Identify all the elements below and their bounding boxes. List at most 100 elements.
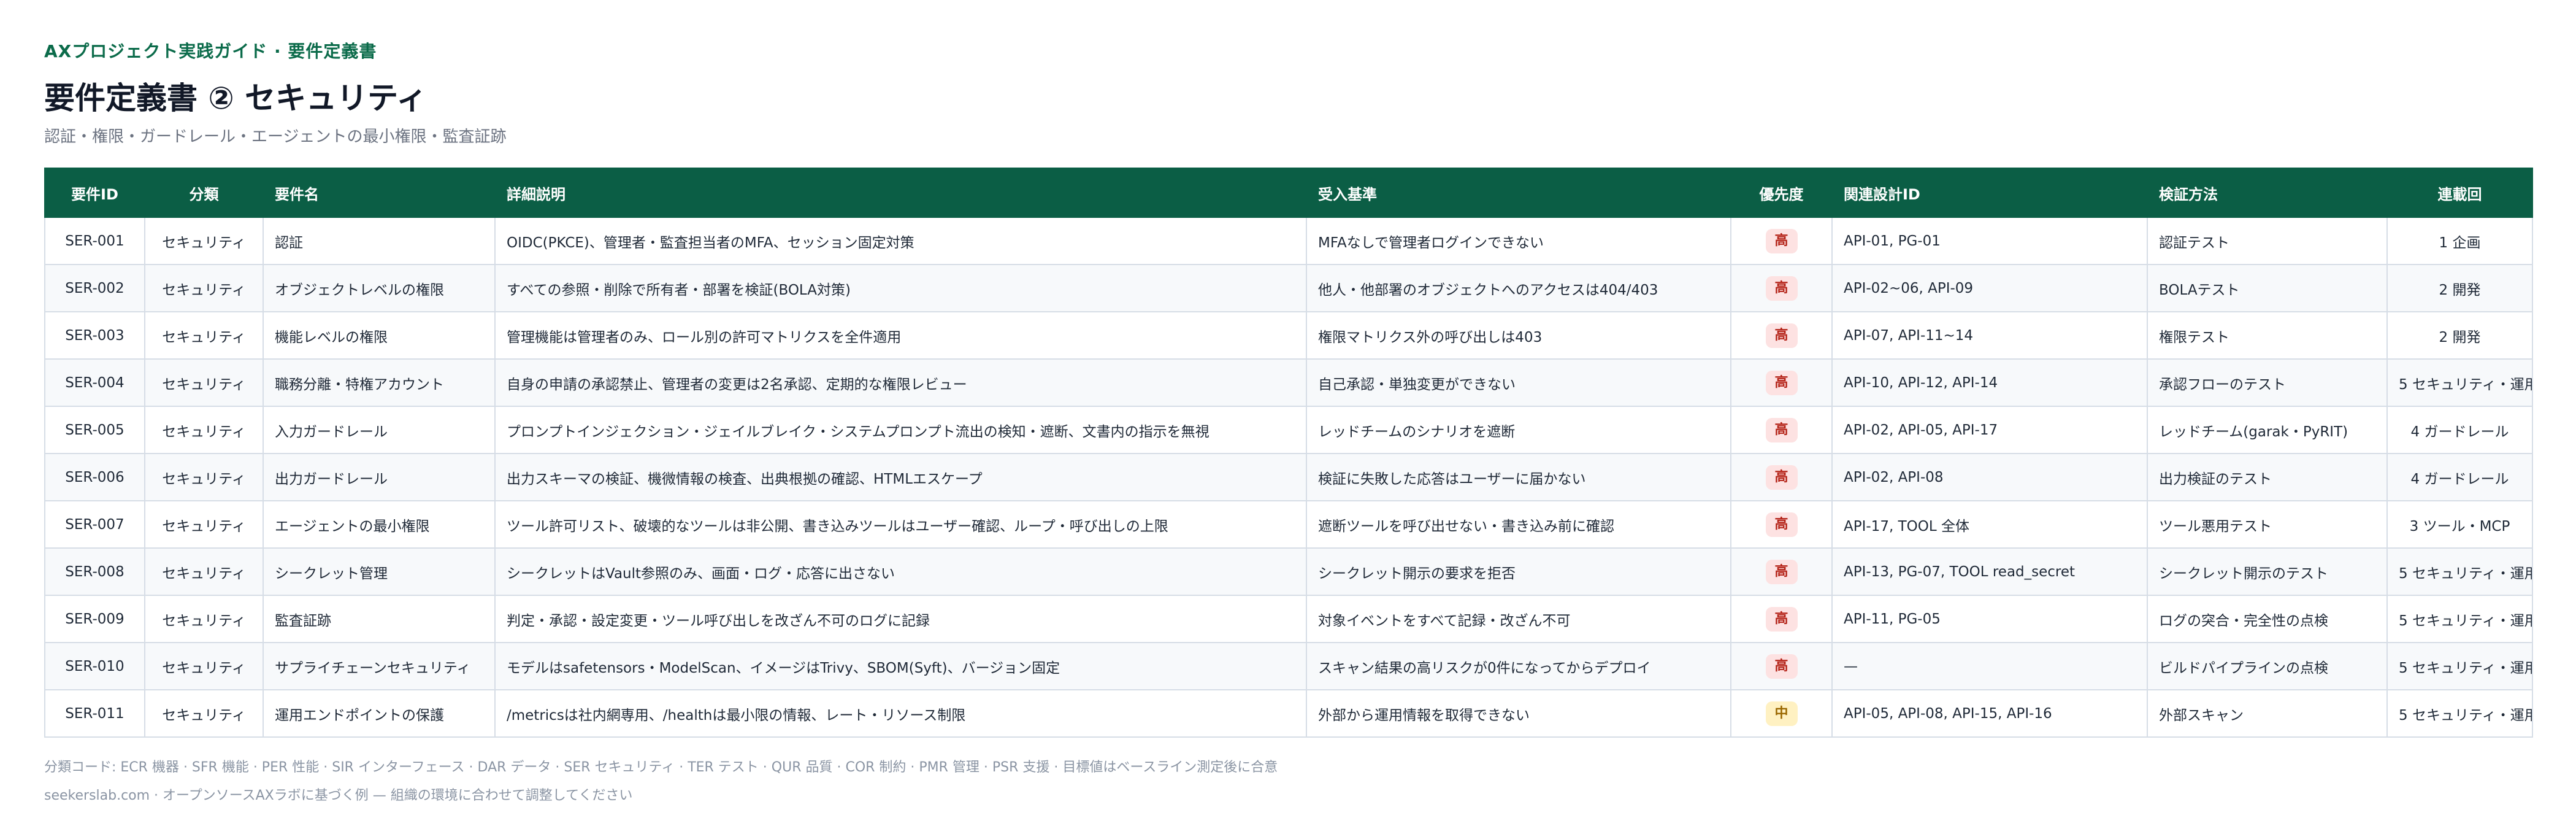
design-id-cell: API-13, PG-07, TOOL read_secret bbox=[1831, 547, 2148, 596]
acceptance-cell: スキャン結果の高リスクが0件になってからデプロイ bbox=[1306, 642, 1731, 690]
table-row: SER-002 セキュリティ オブジェクトレベルの権限 すべての参照・削除で所有者・部… bbox=[44, 264, 2533, 312]
column-header-category: 分類 bbox=[144, 168, 264, 218]
episode-cell: 2 開発 bbox=[2386, 264, 2533, 312]
detail-cell: シークレットはVault参照のみ、画面・ログ・応答に出さない bbox=[494, 547, 1307, 596]
acceptance-cell: MFAなしで管理者ログインできない bbox=[1306, 217, 1731, 265]
verification-cell: 外部スキャン bbox=[2147, 689, 2388, 738]
priority-cell: 高 bbox=[1730, 595, 1833, 643]
column-header-priority: 優先度 bbox=[1730, 168, 1833, 218]
column-header-name: 要件名 bbox=[263, 168, 496, 218]
episode-cell: 5 セキュリティ・運用 bbox=[2386, 358, 2533, 407]
column-header-verification: 検証方法 bbox=[2147, 168, 2388, 218]
page-subtitle: 認証・権限・ガードレール・エージェントの最小権限・監査証跡 bbox=[44, 128, 507, 146]
detail-cell: すべての参照・削除で所有者・部署を検証(BOLA対策) bbox=[494, 264, 1307, 312]
episode-cell: 5 セキュリティ・運用 bbox=[2386, 547, 2533, 596]
category-cell: セキュリティ bbox=[144, 406, 264, 454]
requirement-name-cell: 入力ガードレール bbox=[263, 406, 496, 454]
column-header-acceptance: 受入基準 bbox=[1306, 168, 1731, 218]
requirement-id-cell: SER-010 bbox=[44, 642, 145, 690]
requirement-id-cell: SER-009 bbox=[44, 595, 145, 643]
detail-cell: 出力スキーマの検証、機微情報の検査、出典根拠の確認、HTMLエスケープ bbox=[494, 453, 1307, 501]
acceptance-cell: 他人・他部署のオブジェクトへのアクセスは404/403 bbox=[1306, 264, 1731, 312]
category-cell: セキュリティ bbox=[144, 642, 264, 690]
column-header-episode: 連載回 bbox=[2386, 168, 2533, 218]
requirement-id-cell: SER-003 bbox=[44, 311, 145, 360]
requirement-id-cell: SER-001 bbox=[44, 217, 145, 265]
document-page: AXプロジェクト実践ガイド · 要件定義書 要件定義書 ② セキュリティ 認証・… bbox=[44, 38, 2533, 804]
design-id-cell: API-17, TOOL 全体 bbox=[1831, 500, 2148, 549]
acceptance-cell: 検証に失敗した応答はユーザーに届かない bbox=[1306, 453, 1731, 501]
verification-cell: BOLAテスト bbox=[2147, 264, 2388, 312]
category-cell: セキュリティ bbox=[144, 217, 264, 265]
detail-cell: 自身の申請の承認禁止、管理者の変更は2名承認、定期的な権限レビュー bbox=[494, 358, 1307, 407]
table-row: SER-009 セキュリティ 監査証跡 判定・承認・設定変更・ツール呼び出しを改ざん不… bbox=[44, 595, 2533, 643]
requirement-id-cell: SER-002 bbox=[44, 264, 145, 312]
priority-cell: 高 bbox=[1730, 217, 1833, 265]
episode-cell: 5 セキュリティ・運用 bbox=[2386, 642, 2533, 690]
design-id-cell: API-10, API-12, API-14 bbox=[1831, 358, 2148, 407]
design-id-cell: — bbox=[1831, 642, 2148, 690]
verification-cell: 出力検証のテスト bbox=[2147, 453, 2388, 501]
priority-badge: 高 bbox=[1765, 323, 1798, 348]
priority-badge: 高 bbox=[1765, 465, 1798, 490]
requirement-id-cell: SER-007 bbox=[44, 500, 145, 549]
acceptance-cell: 遮断ツールを呼び出せない・書き込み前に確認 bbox=[1306, 500, 1731, 549]
priority-cell: 高 bbox=[1730, 264, 1833, 312]
episode-cell: 4 ガードレール bbox=[2386, 453, 2533, 501]
column-header-detail: 詳細説明 bbox=[494, 168, 1307, 218]
priority-badge: 高 bbox=[1765, 606, 1798, 632]
acceptance-cell: シークレット開示の要求を拒否 bbox=[1306, 547, 1731, 596]
priority-cell: 高 bbox=[1730, 642, 1833, 690]
episode-cell: 2 開発 bbox=[2386, 311, 2533, 360]
priority-badge: 高 bbox=[1765, 276, 1798, 301]
detail-cell: ツール許可リスト、破壊的なツールは非公開、書き込みツールはユーザー確認、ループ・… bbox=[494, 500, 1307, 549]
table-row: SER-007 セキュリティ エージェントの最小権限 ツール許可リスト、破壊的なツール… bbox=[44, 500, 2533, 549]
acceptance-cell: 権限マトリクス外の呼び出しは403 bbox=[1306, 311, 1731, 360]
priority-badge: 高 bbox=[1765, 417, 1798, 442]
requirement-name-cell: 職務分離・特権アカウント bbox=[263, 358, 496, 407]
document-eyebrow: AXプロジェクト実践ガイド · 要件定義書 bbox=[44, 41, 377, 61]
column-header-id: 要件ID bbox=[44, 168, 145, 218]
verification-cell: 承認フローのテスト bbox=[2147, 358, 2388, 407]
design-id-cell: API-11, PG-05 bbox=[1831, 595, 2148, 643]
requirement-name-cell: 機能レベルの権限 bbox=[263, 311, 496, 360]
priority-cell: 高 bbox=[1730, 311, 1833, 360]
table-row: SER-001 セキュリティ 認証 OIDC(PKCE)、管理者・監査担当者のMFA、… bbox=[44, 217, 2533, 265]
category-cell: セキュリティ bbox=[144, 547, 264, 596]
episode-cell: 5 セキュリティ・運用 bbox=[2386, 689, 2533, 738]
verification-cell: ツール悪用テスト bbox=[2147, 500, 2388, 549]
episode-cell: 4 ガードレール bbox=[2386, 406, 2533, 454]
design-id-cell: API-07, API-11~14 bbox=[1831, 311, 2148, 360]
table-row: SER-011 セキュリティ 運用エンドポイントの保護/metricsは社内網専用、… bbox=[44, 689, 2533, 738]
acceptance-cell: レッドチームのシナリオを遮断 bbox=[1306, 406, 1731, 454]
design-id-cell: API-02, API-05, API-17 bbox=[1831, 406, 2148, 454]
footer-source: seekerslab.com · オープンソースAXラボに基づく例 — 組織の環… bbox=[44, 788, 633, 803]
acceptance-cell: 外部から運用情報を取得できない bbox=[1306, 689, 1731, 738]
priority-cell: 高 bbox=[1730, 547, 1833, 596]
requirements-table: 要件ID 分類 要件名 詳細説明 受入基準 優先度 関連設計ID 検証方法 連載… bbox=[44, 168, 2533, 738]
priority-cell: 高 bbox=[1730, 500, 1833, 549]
detail-cell: OIDC(PKCE)、管理者・監査担当者のMFA、セッション固定対策 bbox=[494, 217, 1307, 265]
priority-badge: 高 bbox=[1765, 654, 1798, 679]
priority-cell: 高 bbox=[1730, 358, 1833, 407]
category-cell: セキュリティ bbox=[144, 689, 264, 738]
requirement-name-cell: サプライチェーンセキュリティ bbox=[263, 642, 496, 690]
verification-cell: ログの突合・完全性の点検 bbox=[2147, 595, 2388, 643]
requirement-name-cell: オブジェクトレベルの権限 bbox=[263, 264, 496, 312]
requirement-name-cell: 運用エンドポイントの保護 bbox=[263, 689, 496, 738]
priority-cell: 中 bbox=[1730, 689, 1833, 738]
priority-cell: 高 bbox=[1730, 453, 1833, 501]
category-cell: セキュリティ bbox=[144, 311, 264, 360]
requirement-name-cell: エージェントの最小権限 bbox=[263, 500, 496, 549]
verification-cell: ビルドパイプラインの点検 bbox=[2147, 642, 2388, 690]
episode-cell: 3 ツール・MCP bbox=[2386, 500, 2533, 549]
requirement-name-cell: 認証 bbox=[263, 217, 496, 265]
design-id-cell: API-02, API-08 bbox=[1831, 453, 2148, 501]
page-title: 要件定義書 ② セキュリティ bbox=[44, 80, 427, 116]
category-cell: セキュリティ bbox=[144, 500, 264, 549]
verification-cell: 認証テスト bbox=[2147, 217, 2388, 265]
requirement-id-cell: SER-004 bbox=[44, 358, 145, 407]
table-row: SER-005 セキュリティ 入力ガードレール プロンプトインジェクション・ジェイルブ… bbox=[44, 406, 2533, 454]
priority-badge: 高 bbox=[1765, 228, 1798, 253]
table-row: SER-003 セキュリティ 機能レベルの権限 管理機能は管理者のみ、ロール別の許可マ… bbox=[44, 311, 2533, 360]
